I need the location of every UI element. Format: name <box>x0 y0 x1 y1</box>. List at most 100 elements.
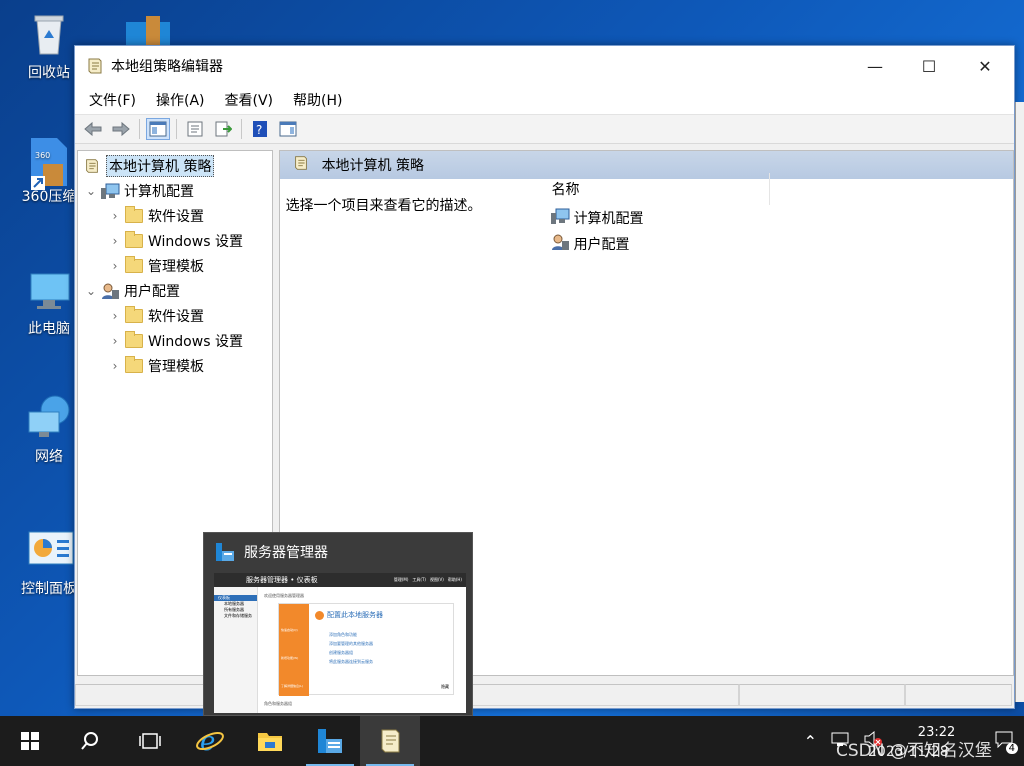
taskbar-ie[interactable]: e <box>180 716 240 766</box>
start-button[interactable] <box>0 716 60 766</box>
arrow-left-icon <box>84 121 102 137</box>
desktop-folder-partial[interactable] <box>120 12 176 46</box>
server-manager-icon <box>318 729 342 753</box>
tree-node-windows-settings[interactable]: › Windows 设置 <box>78 228 272 253</box>
chevron-right-icon[interactable]: › <box>106 234 124 248</box>
tree-node-label: 软件设置 <box>148 308 204 325</box>
menu-help[interactable]: 帮助(H) <box>285 90 350 110</box>
menu-action[interactable]: 操作(A) <box>148 90 213 110</box>
description-text: 选择一个项目来查看它的描述。 <box>285 198 482 214</box>
preview-step: 创建服务器组 <box>329 650 353 655</box>
preview-quick-start: 快速启动(Q) <box>281 628 298 632</box>
preview-header: 服务器管理器 • 仪表板 管理(M) 工具(T) 视图(V) 帮助(H) <box>214 573 466 587</box>
chevron-down-icon[interactable]: ⌄ <box>82 184 100 198</box>
task-view-icon <box>139 733 161 749</box>
chevron-right-icon[interactable]: › <box>106 259 124 273</box>
folder-icon <box>124 230 144 250</box>
toolbar-separator <box>241 119 242 139</box>
chevron-right-icon[interactable]: › <box>106 309 124 323</box>
taskbar-thumbnail-server-manager[interactable]: 服务器管理器 服务器管理器 • 仪表板 管理(M) 工具(T) 视图(V) 帮助… <box>203 532 473 716</box>
internet-explorer-icon: e <box>196 727 224 756</box>
status-panel <box>905 684 1012 706</box>
column-header-name[interactable]: 名称 <box>532 173 770 205</box>
server-manager-icon <box>216 543 234 561</box>
tree-node-admin-templates[interactable]: › 管理模板 <box>78 353 272 378</box>
svg-text:e: e <box>200 727 215 756</box>
thumbnail-title: 服务器管理器 <box>244 545 328 561</box>
chevron-right-icon[interactable]: › <box>106 209 124 223</box>
result-list: 名称 计算机配置 用户配置 <box>532 173 1022 257</box>
preview-new-features: 新增功能(W) <box>281 656 299 660</box>
tree-node-label: Windows 设置 <box>148 333 243 350</box>
tree-node-software-settings[interactable]: › 软件设置 <box>78 303 272 328</box>
close-button[interactable]: ✕ <box>957 46 1013 86</box>
chevron-right-icon[interactable]: › <box>106 359 124 373</box>
policy-scroll-icon <box>381 729 400 753</box>
action-pane-button[interactable] <box>276 118 300 140</box>
tree-node-computer-config[interactable]: ⌄ 计算机配置 <box>78 178 272 203</box>
window-title: 本地组策略编辑器 <box>111 59 223 75</box>
server-folder-icon <box>126 16 170 46</box>
taskbar-gpedit[interactable] <box>360 716 420 766</box>
task-view-button[interactable] <box>120 716 180 766</box>
menu-file[interactable]: 文件(F) <box>81 90 144 110</box>
forward-button[interactable] <box>109 118 133 140</box>
list-item-computer-config[interactable]: 计算机配置 <box>532 205 1022 231</box>
preview-configure: 配置此本地服务器 <box>327 611 383 619</box>
svg-text:360: 360 <box>35 151 50 160</box>
step-1-badge <box>315 610 324 620</box>
folder-icon <box>124 255 144 275</box>
tree-node-user-config[interactable]: ⌄ 用户配置 <box>78 278 272 303</box>
export-icon <box>215 121 232 137</box>
tree-node-software-settings[interactable]: › 软件设置 <box>78 203 272 228</box>
tree-node-label: Windows 设置 <box>148 233 243 250</box>
help-icon: ? <box>253 121 267 137</box>
minimize-button[interactable]: — <box>847 46 903 86</box>
title-bar[interactable]: 本地组策略编辑器 — ☐ ✕ <box>75 46 1014 86</box>
computer-config-icon <box>100 182 120 200</box>
control-panel-icon <box>25 526 74 574</box>
tree-node-label: 计算机配置 <box>124 183 194 200</box>
tree-node-label: 软件设置 <box>148 208 204 225</box>
search-button[interactable] <box>60 716 120 766</box>
maximize-button[interactable]: ☐ <box>901 46 957 86</box>
folder-icon <box>124 355 144 375</box>
user-config-icon <box>100 282 120 300</box>
taskbar-server-manager[interactable] <box>300 716 360 766</box>
chevron-up-icon[interactable]: ⌃ <box>796 732 825 751</box>
preview-quickstart-card: 快速启动(Q) 新增功能(W) 了解详细信息(L) 配置此本地服务器 添加角色和… <box>278 603 454 696</box>
toolbar-separator <box>139 119 140 139</box>
folder-icon <box>124 330 144 350</box>
properties-button[interactable] <box>183 118 207 140</box>
chevron-down-icon[interactable]: ⌄ <box>82 284 100 298</box>
console-tree-icon <box>149 121 167 137</box>
preview-hide: 隐藏 <box>441 684 449 689</box>
notification-badge: 4 <box>1005 743 1018 754</box>
show-tree-button[interactable] <box>146 118 170 140</box>
search-icon <box>81 732 98 750</box>
action-pane-icon <box>279 121 297 137</box>
help-button[interactable]: ? <box>248 118 272 140</box>
taskbar-file-explorer[interactable] <box>240 716 300 766</box>
export-list-button[interactable] <box>211 118 235 140</box>
policy-scroll-icon <box>292 154 310 176</box>
list-item-label: 计算机配置 <box>573 211 644 227</box>
preview-menu-item: 管理(M) <box>393 577 409 582</box>
list-item-user-config[interactable]: 用户配置 <box>532 231 1022 257</box>
menu-view[interactable]: 查看(V) <box>217 90 282 110</box>
policy-scroll-icon <box>82 157 102 175</box>
preview-steps: 添加角色和功能 添加要管理的其他服务器 创建服务器组 将此服务器连接到云服务 <box>329 630 373 666</box>
toolbar: ? <box>75 114 1014 144</box>
chevron-right-icon[interactable]: › <box>106 334 124 348</box>
computer-config-icon <box>550 207 570 229</box>
tree-node-admin-templates[interactable]: › 管理模板 <box>78 253 272 278</box>
computer-icon <box>25 266 73 314</box>
preview-configure-row: 配置此本地服务器 <box>315 610 383 620</box>
background-window-edge <box>1015 102 1024 702</box>
network-icon <box>25 394 73 442</box>
tree-node-local-policy[interactable]: 本地计算机 策略 <box>78 153 272 178</box>
tree-node-label: 用户配置 <box>124 283 180 300</box>
tree-node-windows-settings[interactable]: › Windows 设置 <box>78 328 272 353</box>
folder-icon <box>124 205 144 225</box>
back-button[interactable] <box>81 118 105 140</box>
